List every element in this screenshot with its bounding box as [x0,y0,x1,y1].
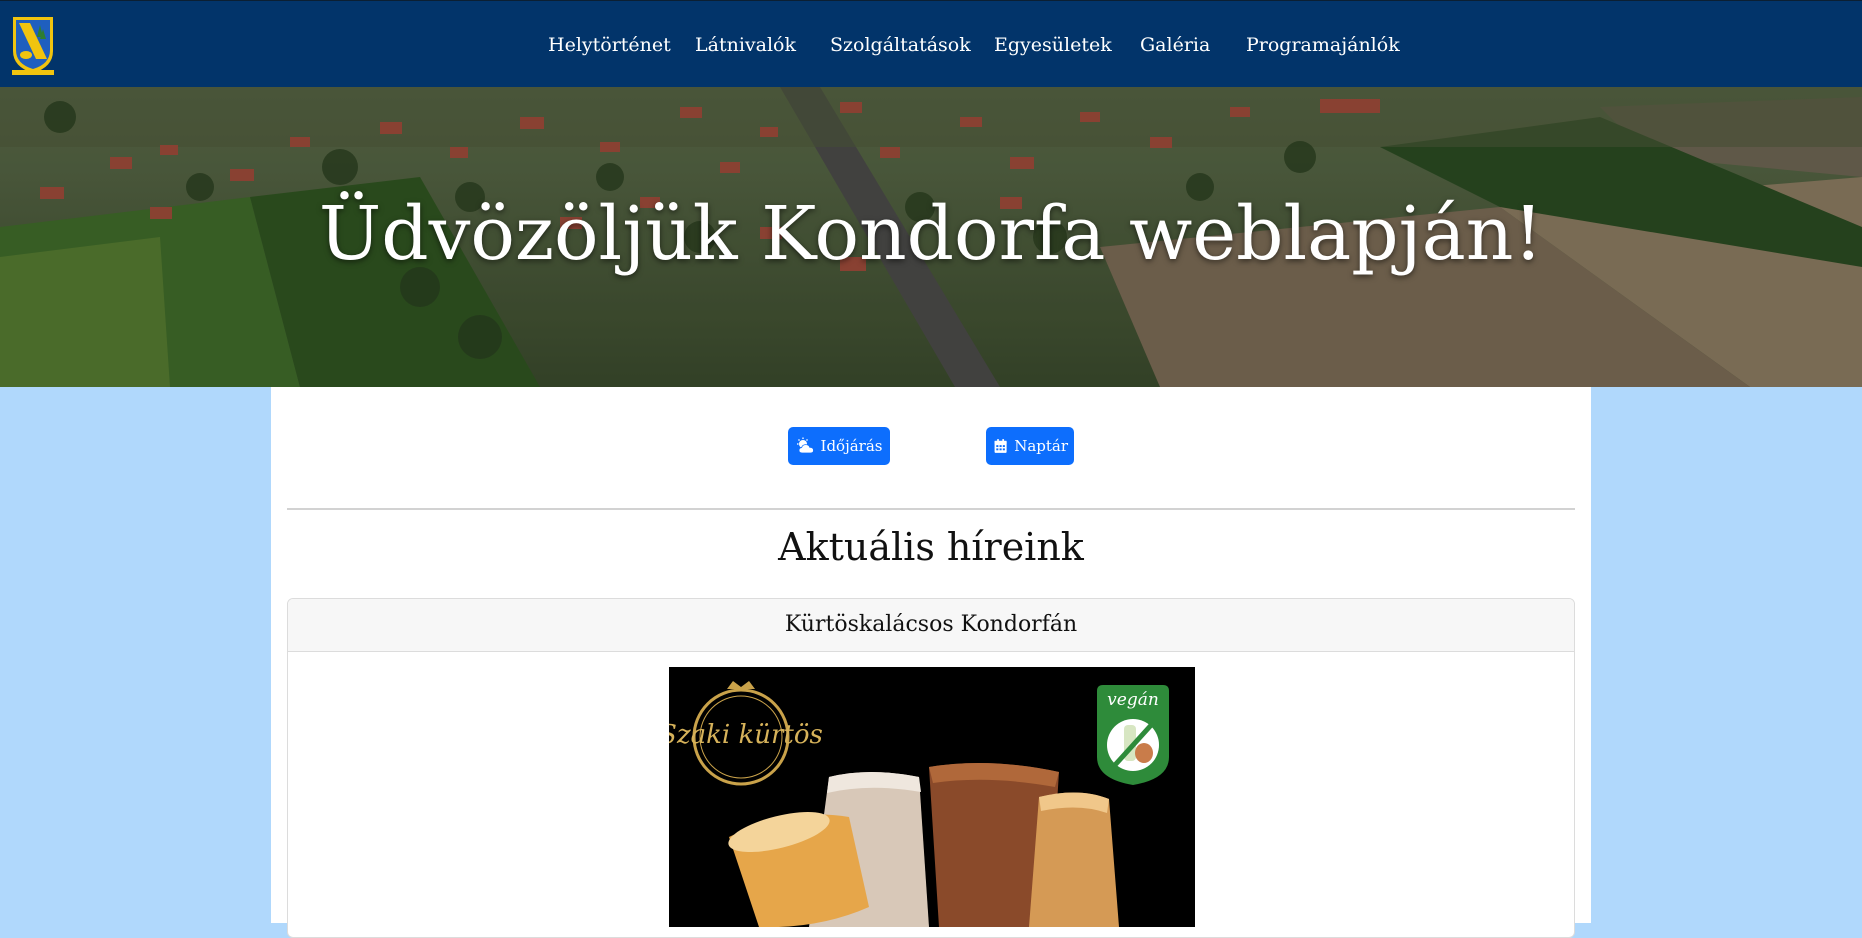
weather-button[interactable]: Időjárás [788,427,890,465]
nav-item-galeria[interactable]: Galéria [1140,34,1210,56]
calendar-button[interactable]: Naptár [986,427,1074,465]
news-card-title[interactable]: Kürtöskalácsos Kondorfán [288,599,1574,652]
calendar-icon [994,439,1007,453]
news-heading: Aktuális híreink [778,525,1084,569]
cloud-sun-icon [796,437,814,454]
hero-banner: Üdvözöljük Kondorfa weblapján! [0,87,1862,387]
calendar-button-label: Naptár [1014,437,1068,455]
nav-item-helytortenet[interactable]: Helytörténet [548,34,671,56]
svg-text:Szaki kürtös: Szaki kürtös [669,720,823,750]
main-menu: Helytörténet Látnivalók Szolgáltatások E… [0,1,1862,88]
nav-item-szolgaltatasok[interactable]: Szolgáltatások [830,34,971,56]
news-card-image[interactable]: Szaki kürtös vegán [669,667,1195,927]
top-navbar: Helytörténet Látnivalók Szolgáltatások E… [0,0,1862,87]
nav-item-programajanlok[interactable]: Programajánlók [1246,34,1400,56]
hero-title: Üdvözöljük Kondorfa weblapján! [318,191,1544,277]
vegan-badge: vegán [1097,685,1169,785]
main-content: Időjárás Naptár Aktuális híreink Kürtösk… [271,387,1591,938]
nav-item-latnivalok[interactable]: Látnivalók [695,34,796,56]
weather-button-label: Időjárás [820,437,883,455]
news-card[interactable]: Kürtöskalácsos Kondorfán Szaki kürtös ve… [287,598,1575,938]
svg-text:vegán: vegán [1107,690,1159,710]
section-divider [287,508,1575,510]
nav-item-egyesuletek[interactable]: Egyesületek [994,34,1112,56]
